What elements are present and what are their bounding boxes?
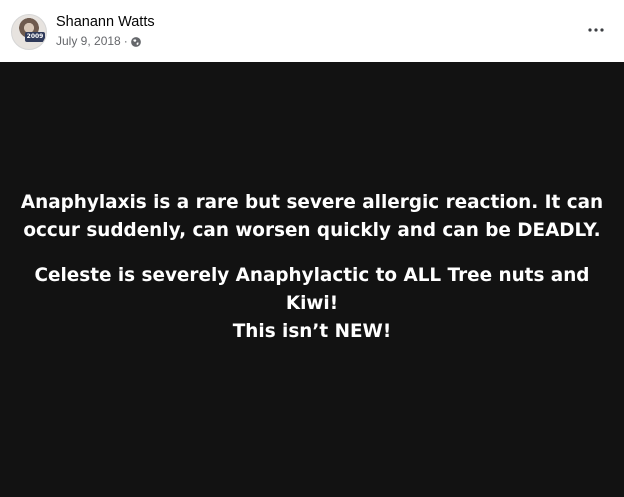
more-horizontal-icon (588, 28, 604, 32)
post-meta: July 9, 2018 · (56, 34, 142, 49)
meta-separator: · (123, 34, 128, 48)
celeste-allergy-line: Celeste is severely Anaphylactic to ALL … (34, 265, 590, 314)
globe-icon[interactable] (130, 36, 142, 48)
allergy-warning-paragraph: Anaphylaxis is a rare but severe allergi… (20, 192, 604, 241)
author-name[interactable]: Shanann Watts (56, 13, 155, 31)
post-date[interactable]: July 9, 2018 (56, 34, 121, 49)
post-text-image[interactable]: Anaphylaxis is a rare but severe allergi… (0, 62, 624, 497)
avatar-sign: 2009 (25, 32, 45, 42)
facebook-post: 2009 Shanann Watts July 9, 2018 · Anaphy… (0, 0, 624, 497)
author-avatar[interactable]: 2009 (11, 14, 47, 50)
not-new-line: This isn’t NEW! (232, 321, 392, 342)
post-message: Anaphylaxis is a rare but severe allergi… (16, 189, 608, 346)
more-options-button[interactable] (583, 20, 609, 40)
post-header: 2009 Shanann Watts July 9, 2018 · (0, 0, 624, 62)
